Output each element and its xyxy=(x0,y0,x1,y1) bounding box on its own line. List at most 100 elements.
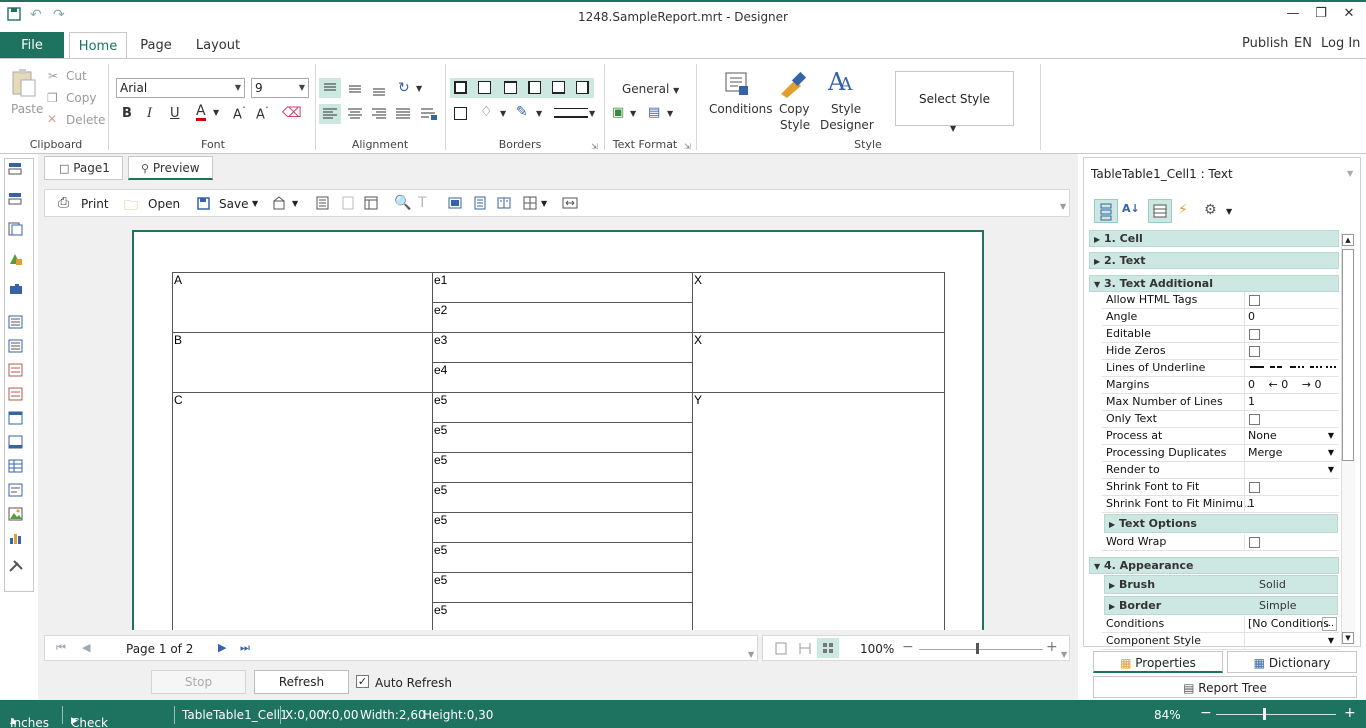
language-button[interactable]: EN xyxy=(1294,36,1312,51)
italic-button[interactable]: I xyxy=(147,106,152,121)
table-cell[interactable]: B xyxy=(172,332,433,393)
chevron-down-icon[interactable]: ▼ xyxy=(630,109,636,118)
first-page-icon[interactable]: ⏮ xyxy=(56,641,66,655)
bold-button[interactable]: B xyxy=(122,106,132,121)
copy-style-button-line2[interactable]: Style xyxy=(780,118,810,132)
property-checkbox[interactable] xyxy=(1249,329,1260,340)
text-options-row[interactable]: ▶ Text Options xyxy=(1104,514,1338,533)
table-cell[interactable]: e5 xyxy=(432,392,693,423)
property-row[interactable]: Lines of Underline xyxy=(1102,360,1339,377)
font-family-select[interactable]: Arial ▼ xyxy=(116,78,245,98)
property-row[interactable]: Processing Duplicates Merge ▼ xyxy=(1102,445,1339,462)
property-row[interactable]: Angle 0 xyxy=(1102,309,1339,326)
category-text[interactable]: ▶ 2. Text xyxy=(1089,252,1339,269)
redo-icon[interactable]: ↷ xyxy=(53,7,65,23)
file-tab[interactable]: File xyxy=(0,32,64,59)
word-wrap-button[interactable] xyxy=(418,104,440,124)
underline-styles-icon[interactable] xyxy=(1248,364,1340,377)
chevron-down-icon[interactable]: ▼ xyxy=(213,108,219,117)
select-style-gallery[interactable]: Select Style xyxy=(895,71,1014,126)
one-page-view-icon[interactable] xyxy=(775,642,787,658)
style-designer-icon[interactable]: AA xyxy=(828,68,852,96)
print-button[interactable]: Print xyxy=(81,197,109,211)
margin-value[interactable]: 0 xyxy=(1314,378,1321,391)
zoom-slider-track[interactable] xyxy=(919,649,1043,650)
margin-value[interactable]: 0 xyxy=(1248,378,1255,391)
properties-view-button[interactable] xyxy=(1148,199,1172,223)
table-icon[interactable] xyxy=(8,459,24,473)
chevron-down-icon[interactable]: ▼ xyxy=(536,109,542,118)
multi-page-icon[interactable] xyxy=(523,196,537,213)
minimize-button[interactable]: — xyxy=(1278,6,1308,21)
shrink-font-button[interactable]: Aˇ xyxy=(256,106,269,122)
right-border-icon[interactable] xyxy=(576,81,589,94)
delete-icon[interactable]: ✕ xyxy=(47,112,57,126)
tab-properties[interactable]: ▦ Properties xyxy=(1093,651,1223,673)
two-pages-icon[interactable] xyxy=(497,196,511,213)
tab-home[interactable]: Home xyxy=(69,32,127,59)
categorized-button[interactable] xyxy=(1094,199,1118,223)
auto-refresh-checkbox[interactable]: ✓ xyxy=(356,675,369,688)
zoom-in-icon[interactable]: + xyxy=(1344,705,1356,721)
property-row[interactable]: Shrink Font to Fit xyxy=(1102,479,1339,496)
property-value[interactable]: 0 xyxy=(1248,310,1255,323)
tab-page[interactable]: Page xyxy=(134,32,178,59)
tab-layout[interactable]: Layout xyxy=(192,32,244,59)
table-cell[interactable]: C xyxy=(172,392,433,630)
property-row-conditions[interactable]: Conditions [No Conditions... xyxy=(1102,616,1339,633)
property-row[interactable]: Render to ▼ xyxy=(1102,462,1339,479)
cut-icon[interactable]: ✂ xyxy=(48,69,58,83)
chevron-down-icon[interactable]: ▼ xyxy=(1328,633,1334,649)
align-bottom-button[interactable] xyxy=(368,78,390,98)
top-border-icon[interactable] xyxy=(504,81,517,94)
copy-icon[interactable]: ❐ xyxy=(47,91,58,105)
table-cell[interactable]: e3 xyxy=(432,332,693,363)
table-cell[interactable]: A xyxy=(172,272,433,333)
chevron-down-icon[interactable]: ▼ xyxy=(1328,428,1334,444)
bottom-border-icon[interactable] xyxy=(552,81,565,94)
maximize-button[interactable]: ❐ xyxy=(1306,6,1336,21)
table-cell[interactable]: e5 xyxy=(432,572,693,603)
panel-icon[interactable] xyxy=(8,411,24,425)
align-left-button[interactable] xyxy=(319,104,341,124)
chevron-down-icon[interactable]: ▼ xyxy=(1226,207,1232,216)
chevron-down-icon[interactable]: ▼ xyxy=(500,109,506,118)
underline-button[interactable]: U xyxy=(170,106,180,121)
zoom-slider-track[interactable] xyxy=(1216,714,1336,715)
folder-icon[interactable]: 🗀 xyxy=(124,195,138,219)
margin-value[interactable]: 0 xyxy=(1281,378,1288,391)
delete-button[interactable]: Delete xyxy=(66,113,105,127)
scroll-up-icon[interactable]: ▲ xyxy=(1342,234,1354,246)
property-value[interactable]: 1 xyxy=(1248,395,1255,408)
text-format-select[interactable]: General ▼ xyxy=(622,82,679,96)
font-size-select[interactable]: 9 ▼ xyxy=(251,78,309,98)
border-row[interactable]: ▶ Border Simple xyxy=(1104,596,1338,615)
band-icon[interactable] xyxy=(8,162,24,176)
chevron-down-icon[interactable]: ▼ xyxy=(589,109,595,118)
image-icon[interactable] xyxy=(8,507,24,521)
grow-font-button[interactable]: Aˆ xyxy=(233,106,246,122)
property-row[interactable]: Allow HTML Tags xyxy=(1102,292,1339,309)
align-justify-button[interactable] xyxy=(392,104,414,124)
table-cell[interactable]: e5 xyxy=(432,422,693,453)
property-value[interactable]: 1 xyxy=(1248,497,1255,510)
table-cell[interactable]: e2 xyxy=(432,302,693,333)
chevron-down-icon[interactable]: ▼ xyxy=(252,199,258,208)
border-color-icon[interactable]: ✎ xyxy=(516,104,528,120)
chevron-down-icon[interactable]: ▼ xyxy=(1328,462,1334,478)
property-row[interactable]: Margins 0 ← 0 → 0 xyxy=(1102,377,1339,394)
format-icon[interactable]: ▣ xyxy=(612,105,624,120)
page-width-icon[interactable] xyxy=(798,642,812,658)
close-button[interactable]: ✕ xyxy=(1334,6,1364,21)
chevron-down-icon[interactable]: ▼ xyxy=(950,124,956,133)
currency-format-icon[interactable]: ▤ xyxy=(648,105,660,120)
components-icon[interactable] xyxy=(8,282,24,296)
multiple-pages-view-icon[interactable] xyxy=(817,638,839,658)
thumbnails-icon[interactable] xyxy=(364,196,378,213)
zoom-out-icon[interactable]: − xyxy=(902,639,914,655)
stop-button[interactable]: Stop xyxy=(151,670,246,694)
property-row[interactable]: Only Text xyxy=(1102,411,1339,428)
footer-icon[interactable] xyxy=(8,435,24,449)
image-text-icon[interactable] xyxy=(8,363,24,377)
property-row[interactable]: Hide Zeros xyxy=(1102,343,1339,360)
